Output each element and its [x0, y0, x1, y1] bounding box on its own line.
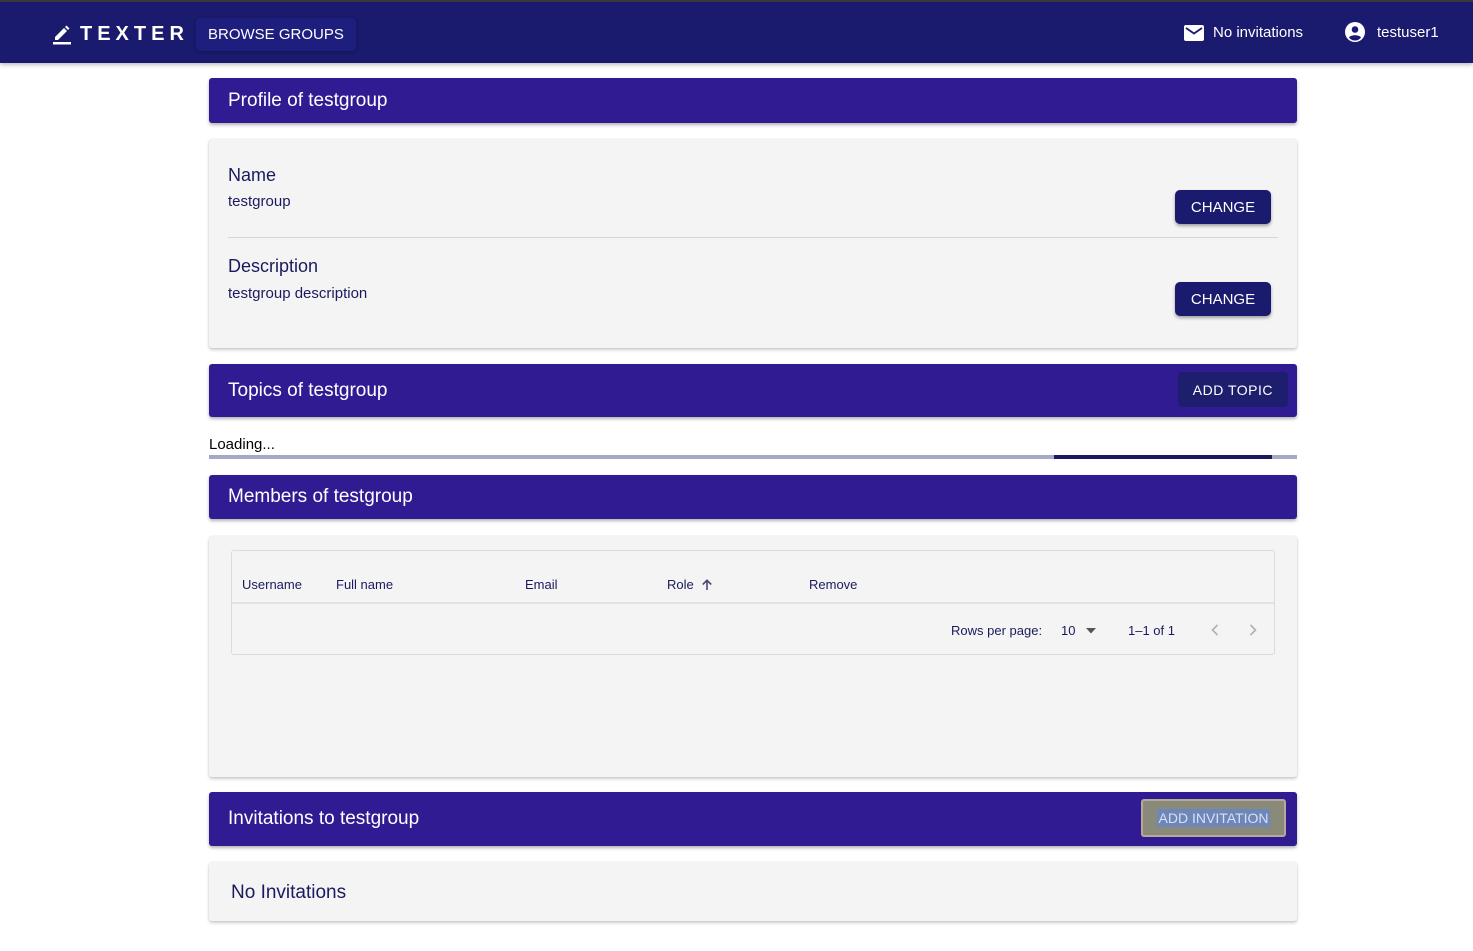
add-topic-button[interactable]: ADD TOPIC	[1177, 372, 1288, 407]
members-card: Username Full name Email Role Remove Row…	[209, 536, 1297, 777]
browse-groups-button[interactable]: BROWSE GROUPS	[196, 18, 356, 51]
app-bar: TEXTER BROWSE GROUPS No invitations test…	[0, 0, 1473, 63]
chevron-left-icon	[1211, 624, 1219, 636]
account-circle-icon	[1345, 22, 1365, 42]
header-divider	[232, 602, 1274, 604]
brand-logo[interactable]: TEXTER	[52, 22, 189, 46]
no-invitations-text: No Invitations	[231, 882, 347, 903]
profile-card: Name testgroup CHANGE Description testgr…	[209, 139, 1297, 348]
column-header-email[interactable]: Email	[525, 577, 558, 592]
add-invitation-button[interactable]: ADD INVITATION	[1141, 799, 1286, 837]
column-header-full-name[interactable]: Full name	[336, 577, 393, 592]
name-value: testgroup	[228, 193, 291, 210]
arrow-up-icon	[701, 578, 712, 590]
invitations-title: Invitations to testgroup	[228, 808, 420, 829]
rows-per-page-select[interactable]: 10	[1061, 623, 1097, 638]
invitations-header: Invitations to testgroup ADD INVITATION	[209, 792, 1297, 846]
invitations-link[interactable]: No invitations	[1184, 24, 1303, 41]
chevron-right-icon	[1249, 624, 1257, 636]
members-title: Members of testgroup	[228, 486, 413, 507]
pagination-range: 1–1 of 1	[1128, 623, 1175, 638]
add-invitation-label: ADD INVITATION	[1156, 809, 1271, 827]
members-table: Username Full name Email Role Remove Row…	[231, 550, 1275, 655]
column-header-username[interactable]: Username	[242, 577, 302, 592]
pencil-icon	[53, 25, 71, 45]
members-header: Members of testgroup	[209, 475, 1297, 519]
loading-text: Loading...	[209, 436, 275, 453]
change-name-button[interactable]: CHANGE	[1175, 190, 1271, 224]
column-header-role[interactable]: Role	[667, 577, 714, 592]
profile-title: Profile of testgroup	[228, 89, 388, 111]
invitations-label: No invitations	[1213, 24, 1304, 41]
loading-progress-bar	[209, 455, 1297, 459]
caret-down-icon	[1086, 627, 1097, 633]
next-page-button[interactable]	[1244, 621, 1262, 639]
brand-name: TEXTER	[80, 22, 189, 45]
rows-per-page-label: Rows per page:	[951, 623, 1043, 638]
description-label: Description	[228, 256, 319, 276]
mail-icon	[1184, 24, 1204, 41]
previous-page-button[interactable]	[1206, 621, 1224, 639]
topics-header: Topics of testgroup ADD TOPIC	[209, 364, 1297, 417]
progress-indicator	[1054, 455, 1272, 459]
rows-per-page-value: 10	[1061, 623, 1076, 638]
user-menu[interactable]: testuser1	[1345, 22, 1439, 42]
topics-title: Topics of testgroup	[228, 379, 388, 401]
name-label: Name	[228, 165, 277, 185]
change-description-button[interactable]: CHANGE	[1175, 282, 1271, 316]
divider	[228, 237, 1278, 238]
column-header-remove: Remove	[809, 577, 858, 592]
invitations-card: No Invitations	[209, 862, 1297, 921]
description-value: testgroup description	[228, 285, 368, 302]
username: testuser1	[1377, 23, 1439, 41]
profile-header: Profile of testgroup	[209, 78, 1297, 123]
